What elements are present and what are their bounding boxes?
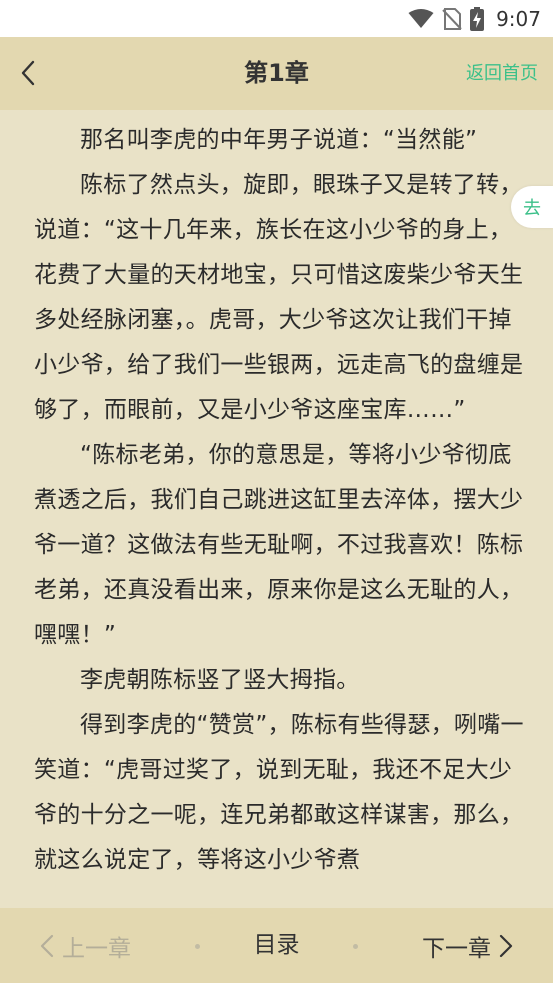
status-bar: 9:07 xyxy=(0,0,553,37)
chevron-left-icon xyxy=(21,60,35,86)
paragraph: 得到李虎的“赞赏”，陈标有些得瑟，咧嘴一笑道：“虎哥过奖了，说到无耻，我还不足大… xyxy=(34,712,524,873)
no-sim-icon xyxy=(442,7,462,30)
table-of-contents-button[interactable]: 目录 xyxy=(254,932,300,958)
next-chapter-label: 下一章 xyxy=(422,935,491,962)
back-button[interactable] xyxy=(20,53,60,93)
side-go-button[interactable]: 去 xyxy=(511,186,553,228)
paragraph: “陈标老弟，你的意思是，等将小少爷彻底煮透之后，我们自己跳进这缸里去淬体，摆大少… xyxy=(34,442,524,648)
chapter-title: 第1章 xyxy=(244,59,309,87)
battery-charging-icon xyxy=(470,6,485,31)
paragraph: 那名叫李虎的中年男子说道：“当然能” xyxy=(80,127,478,153)
wifi-icon xyxy=(408,8,434,28)
return-home-link[interactable]: 返回首页 xyxy=(466,37,538,110)
reader-header: 第1章 返回首页 xyxy=(0,37,553,110)
previous-chapter-label: 上一章 xyxy=(62,935,131,962)
status-time: 9:07 xyxy=(496,6,541,31)
chapter-navigation-bar: 上一章 目录 下一章 xyxy=(0,908,553,983)
chevron-left-icon xyxy=(40,934,54,957)
chapter-content[interactable]: 那名叫李虎的中年男子说道：“当然能” 陈标了然点头，旋即，眼珠子又是转了转，说道… xyxy=(34,118,524,908)
separator-dot xyxy=(353,944,358,949)
chevron-right-icon xyxy=(499,934,513,957)
next-chapter-button[interactable]: 下一章 xyxy=(422,908,513,983)
separator-dot xyxy=(195,944,200,949)
previous-chapter-button[interactable]: 上一章 xyxy=(40,908,131,983)
paragraph: 陈标了然点头，旋即，眼珠子又是转了转，说道：“这十几年来，族长在这小少爷的身上，… xyxy=(34,172,524,423)
paragraph: 李虎朝陈标竖了竖大拇指。 xyxy=(80,667,360,693)
